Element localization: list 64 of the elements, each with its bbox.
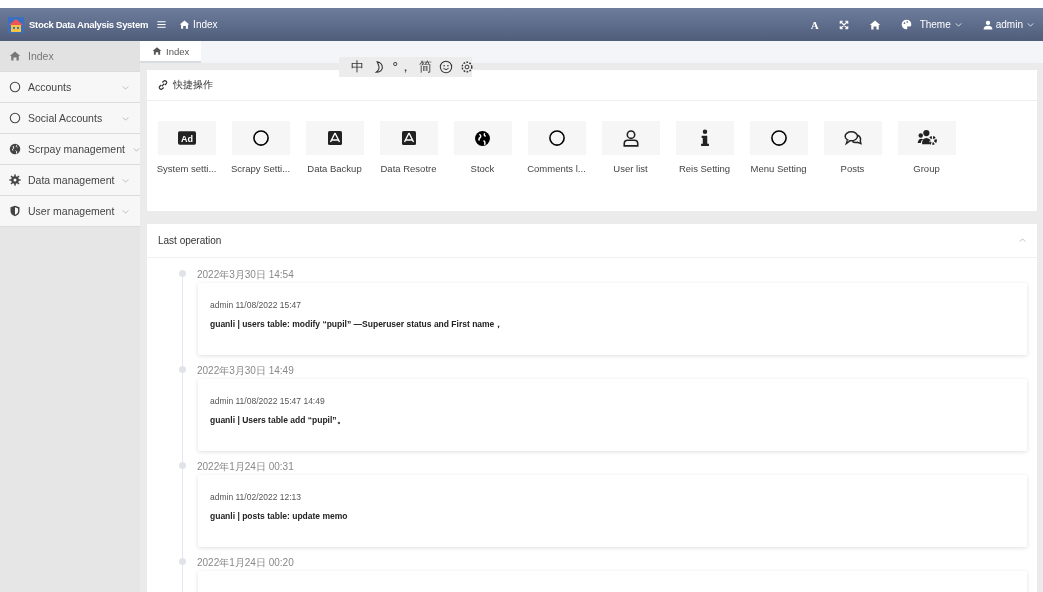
ad-icon: Ad	[177, 129, 196, 147]
operation-meta: admin 11/02/2022 12:13	[210, 492, 303, 502]
home-icon	[9, 50, 21, 62]
operation-message: guanli | Users table add “pupil”。	[210, 415, 347, 427]
sidebar-item[interactable]: Data management	[0, 165, 140, 196]
operation-meta: admin 11/08/2022 15:47	[210, 300, 303, 310]
user-icon	[982, 19, 993, 30]
circle-icon	[547, 129, 566, 147]
shield-icon	[9, 205, 21, 217]
user-icon	[621, 129, 640, 147]
sidebar-item[interactable]: User management	[0, 196, 140, 227]
palette-icon	[900, 19, 912, 30]
circle-icon	[251, 129, 270, 147]
breadcrumb[interactable]: Index	[193, 19, 218, 30]
home-icon	[152, 46, 162, 56]
chevron-up-icon	[1018, 236, 1027, 245]
card-title: 快捷操作	[173, 78, 213, 92]
app-title: Stock Data Analysis System	[29, 19, 149, 30]
font-button[interactable]: A	[810, 18, 819, 31]
circle-icon	[769, 129, 788, 147]
sidebar-item[interactable]: Scrpay management	[0, 134, 140, 165]
ime-script[interactable]: 简	[418, 58, 432, 76]
circle-icon	[9, 112, 21, 124]
chevron-down-icon	[953, 20, 963, 29]
theme-menu[interactable]: Theme	[900, 19, 963, 30]
entry-date: 2022年1月24日 00:20	[197, 556, 295, 569]
user-menu[interactable]: admin	[982, 19, 1035, 30]
home-icon	[868, 18, 881, 31]
smiley-icon	[438, 60, 453, 74]
fullscreen-button[interactable]	[838, 19, 849, 30]
entry-date: 2022年3月30日 14:49	[197, 364, 295, 377]
timeline-dot	[179, 558, 186, 565]
card-title: Last operation	[158, 235, 222, 246]
sidebar-item[interactable]: Accounts	[0, 72, 140, 103]
app-store-icon	[400, 130, 417, 146]
globe-icon	[9, 143, 21, 155]
timeline-dot	[179, 462, 186, 469]
operation-message: guanli | users table: modify “pupil” —Superuser status and First name，	[210, 319, 505, 331]
operation-meta: admin 11/08/2022 15:47 14:49	[210, 396, 326, 406]
chat-icon	[843, 129, 862, 147]
entry-date: 2022年3月30日 14:54	[197, 268, 295, 281]
menu-button[interactable]	[156, 19, 168, 30]
ime-language[interactable]: 中	[351, 58, 364, 76]
circle-icon	[9, 81, 21, 93]
sidebar-item[interactable]: Index	[0, 41, 140, 72]
gear-icon	[9, 174, 21, 186]
chevron-down-icon	[1026, 20, 1035, 29]
link-icon	[158, 80, 168, 90]
ime-punctuation[interactable]: °，	[392, 58, 412, 76]
home-button[interactable]	[868, 18, 881, 31]
sidebar-item[interactable]: Social Accounts	[0, 103, 140, 134]
tab[interactable]: Index	[140, 41, 202, 63]
home-icon	[179, 19, 191, 30]
house-logo-icon	[8, 16, 24, 33]
menu-icon	[156, 19, 168, 30]
fullscreen-icon	[838, 19, 849, 30]
operation-message: guanli | posts table: update memo	[210, 511, 349, 521]
timeline-dot	[179, 366, 186, 373]
entry-date: 2022年1月24日 00:31	[197, 460, 295, 473]
globe-icon	[474, 129, 491, 147]
timeline-dot	[179, 270, 186, 277]
app-store-icon	[326, 130, 343, 146]
users-gear-icon	[916, 128, 937, 148]
settings-icon	[459, 60, 474, 74]
